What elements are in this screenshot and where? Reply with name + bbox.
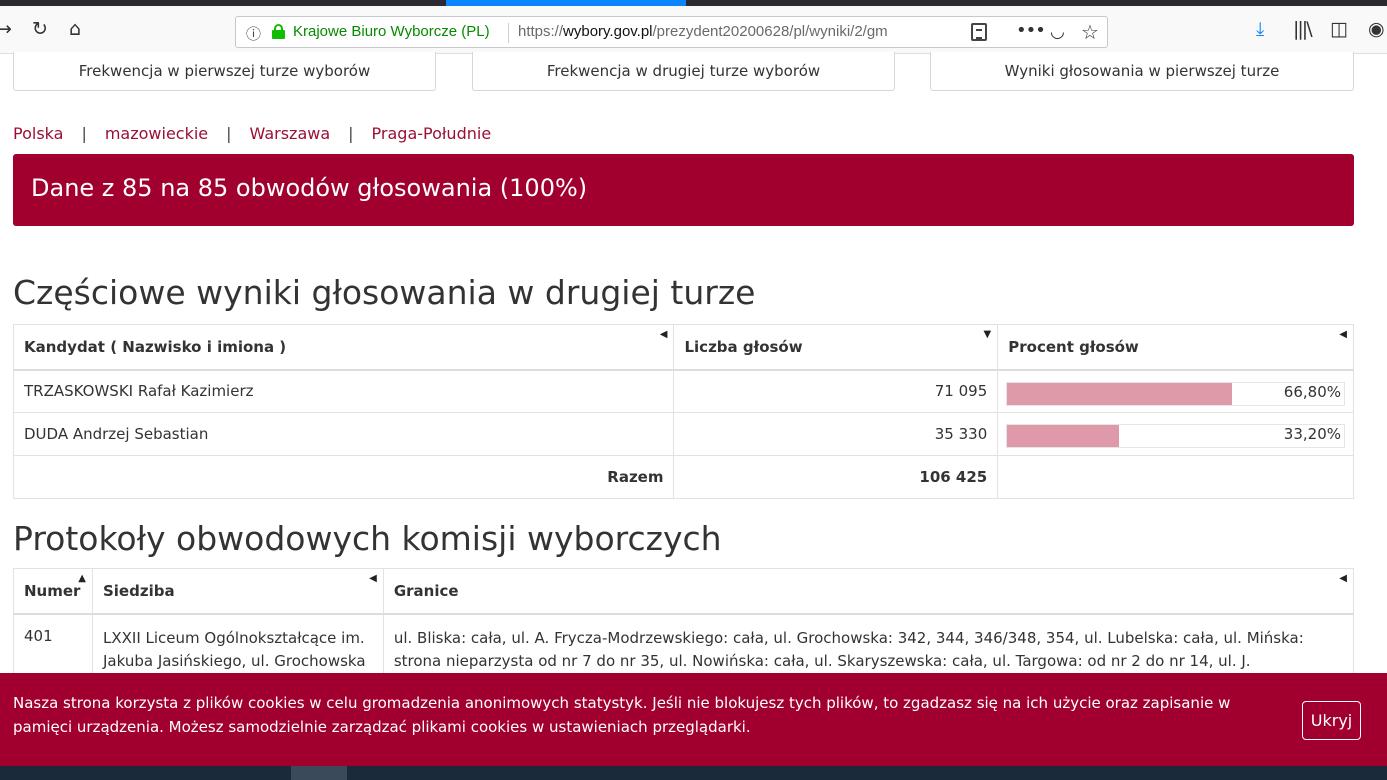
cookie-banner: Nasza strona korzysta z plików cookies w… [0, 673, 1387, 766]
percent-label: 66,80% [1283, 382, 1341, 401]
breadcrumb: Polska | mazowieckie | Warszawa | Praga-Połudn… [13, 124, 491, 143]
sort-left-icon[interactable]: ◀ [660, 329, 668, 340]
candidate-votes: 71 095 [673, 369, 999, 413]
reload-icon[interactable]: ↻ [32, 18, 48, 40]
home-icon[interactable]: ⌂ [69, 18, 81, 40]
candidate-votes: 35 330 [673, 412, 999, 456]
site-identity[interactable]: Krajowe Biuro Wyborcze (PL) [293, 23, 490, 40]
candidate-name: DUDA Andrzej Sebastian [12, 412, 675, 456]
sort-up-icon[interactable]: ▲ [78, 573, 86, 584]
results-title: Częściowe wyniki głosowania w drugiej tu… [13, 273, 756, 312]
breadcrumb-separator: | [348, 124, 354, 143]
header-percent-label: Procent głosów [1008, 337, 1139, 356]
url-host: wybory.gov.pl [563, 23, 653, 40]
breadcrumb-item-district[interactable]: Praga-Południe [372, 124, 492, 143]
percent-label: 33,20% [1283, 425, 1341, 443]
header-borders-label: Granice [393, 581, 459, 600]
url-separator [508, 23, 509, 43]
header-percent[interactable]: Procent głosów ◀ [997, 324, 1354, 371]
tab-turnout-first-round[interactable]: Frekwencja w pierwszej turze wyborów [13, 52, 436, 91]
protocol-number: 401 [13, 613, 93, 674]
protocols-header-row: Numer ▲ Siedziba ◀ Granice ◀ [13, 568, 1355, 615]
sort-left-icon[interactable]: ◀ [1339, 329, 1347, 340]
sidebar-icon[interactable]: ◫ [1330, 18, 1348, 40]
info-icon[interactable]: ⓘ [246, 23, 261, 44]
url-bar[interactable]: ⓘ Krajowe Biuro Wyborcze (PL) https://wy… [235, 16, 1108, 48]
os-taskbar [0, 766, 1387, 780]
tab-turnout-second-round[interactable]: Frekwencja w drugiej turze wyborów [472, 52, 895, 91]
breadcrumb-separator: | [81, 124, 87, 143]
header-seat-label: Siedziba [102, 581, 175, 600]
breadcrumb-item-polska[interactable]: Polska [13, 124, 63, 143]
download-icon[interactable]: ⤓ [1256, 18, 1264, 40]
sort-down-icon[interactable]: ▼ [984, 329, 992, 340]
hide-cookie-button[interactable]: Ukryj [1302, 701, 1361, 740]
more-icon[interactable]: ••• [1016, 20, 1046, 41]
arrow-left-icon[interactable]: → [0, 18, 12, 40]
candidate-percent-cell: 66,80% [997, 369, 1354, 413]
total-row: Razem 106 425 [12, 455, 1354, 499]
banner-text: Dane z 85 na 85 obwodów głosowania (100%… [31, 174, 588, 202]
header-number-label: Numer [24, 581, 81, 600]
cookie-text: Nasza strona korzysta z plików cookies w… [13, 694, 1231, 736]
results-header-row: Kandydat ( Nazwisko i imiona ) ◀ Liczba g… [12, 324, 1354, 371]
results-table: Kandydat ( Nazwisko i imiona ) ◀ Liczba g… [12, 324, 1354, 499]
url-path: /prezydent20200628/pl/wyniki/2/gm [652, 23, 888, 40]
table-row: DUDA Andrzej Sebastian 35 330 33,20% [12, 412, 1354, 456]
breadcrumb-separator: | [226, 124, 232, 143]
sort-left-icon[interactable]: ◀ [1339, 573, 1347, 584]
total-label: Razem [12, 455, 675, 499]
candidate-name: TRZASKOWSKI Rafał Kazimierz [12, 369, 675, 413]
results-nav-tabs: Frekwencja w pierwszej turze wyborów Fre… [13, 52, 1354, 91]
protocol-borders-line: ul. Bliska: cała, ul. A. Frycza-Modrzews… [393, 628, 1304, 647]
header-borders[interactable]: Granice ◀ [382, 568, 1355, 615]
star-icon[interactable]: ☆ [1081, 20, 1099, 44]
header-votes[interactable]: Liczba głosów ▼ [673, 324, 999, 371]
url-prefix: https:// [518, 23, 564, 40]
url-text[interactable]: https://wybory.gov.pl/prezydent20200628/… [518, 23, 930, 40]
protocol-seat-line: Jakuba Jasińskiego, ul. Grochowska [102, 651, 366, 670]
protocols-title: Protokoły obwodowych komisji wyborczych [13, 519, 722, 558]
header-candidate[interactable]: Kandydat ( Nazwisko i imiona ) ◀ [12, 324, 675, 371]
pocket-icon[interactable]: ◡ [1050, 22, 1065, 42]
library-icon[interactable]: |||\ [1293, 18, 1313, 40]
table-row[interactable]: 401 LXXII Liceum Ogólnokształcące im. Ja… [13, 613, 1355, 674]
protocol-borders: ul. Bliska: cała, ul. A. Frycza-Modrzews… [382, 613, 1355, 674]
total-empty-cell [997, 455, 1354, 499]
percent-bar-fill [1007, 425, 1120, 447]
header-votes-label: Liczba głosów [684, 337, 803, 356]
account-icon[interactable]: ◉ [1368, 18, 1385, 40]
tab-results-first-round[interactable]: Wyniki głosowania w pierwszej turze [930, 52, 1354, 91]
protocols-table: Numer ▲ Siedziba ◀ Granice ◀ 401 LXXII Lice… [13, 568, 1355, 674]
reader-view-icon[interactable] [971, 23, 987, 41]
lock-icon[interactable] [272, 24, 285, 39]
header-candidate-label: Kandydat ( Nazwisko i imiona ) [24, 337, 287, 356]
protocol-seat-line: LXXII Liceum Ogólnokształcące im. [102, 628, 365, 647]
breadcrumb-item-voivodeship[interactable]: mazowieckie [105, 124, 208, 143]
sort-left-icon[interactable]: ◀ [369, 573, 377, 584]
browser-toolbar: → ↻ ⌂ ⓘ Krajowe Biuro Wyborcze (PL) http… [0, 6, 1387, 54]
percent-bar-fill [1007, 382, 1233, 405]
protocol-borders-line: strona nieparzysta od nr 7 do nr 35, ul.… [393, 651, 1251, 670]
breadcrumb-item-city[interactable]: Warszawa [250, 124, 331, 143]
header-seat[interactable]: Siedziba ◀ [91, 568, 384, 615]
header-number[interactable]: Numer ▲ [13, 568, 93, 615]
candidate-percent-cell: 33,20% [997, 412, 1354, 456]
table-row: TRZASKOWSKI Rafał Kazimierz 71 095 66,80… [12, 369, 1354, 413]
taskbar-active-app[interactable] [291, 766, 347, 780]
total-votes: 106 425 [673, 455, 999, 499]
protocol-seat: LXXII Liceum Ogólnokształcące im. Jakuba… [91, 613, 384, 674]
data-coverage-banner: Dane z 85 na 85 obwodów głosowania (100%… [13, 154, 1354, 226]
